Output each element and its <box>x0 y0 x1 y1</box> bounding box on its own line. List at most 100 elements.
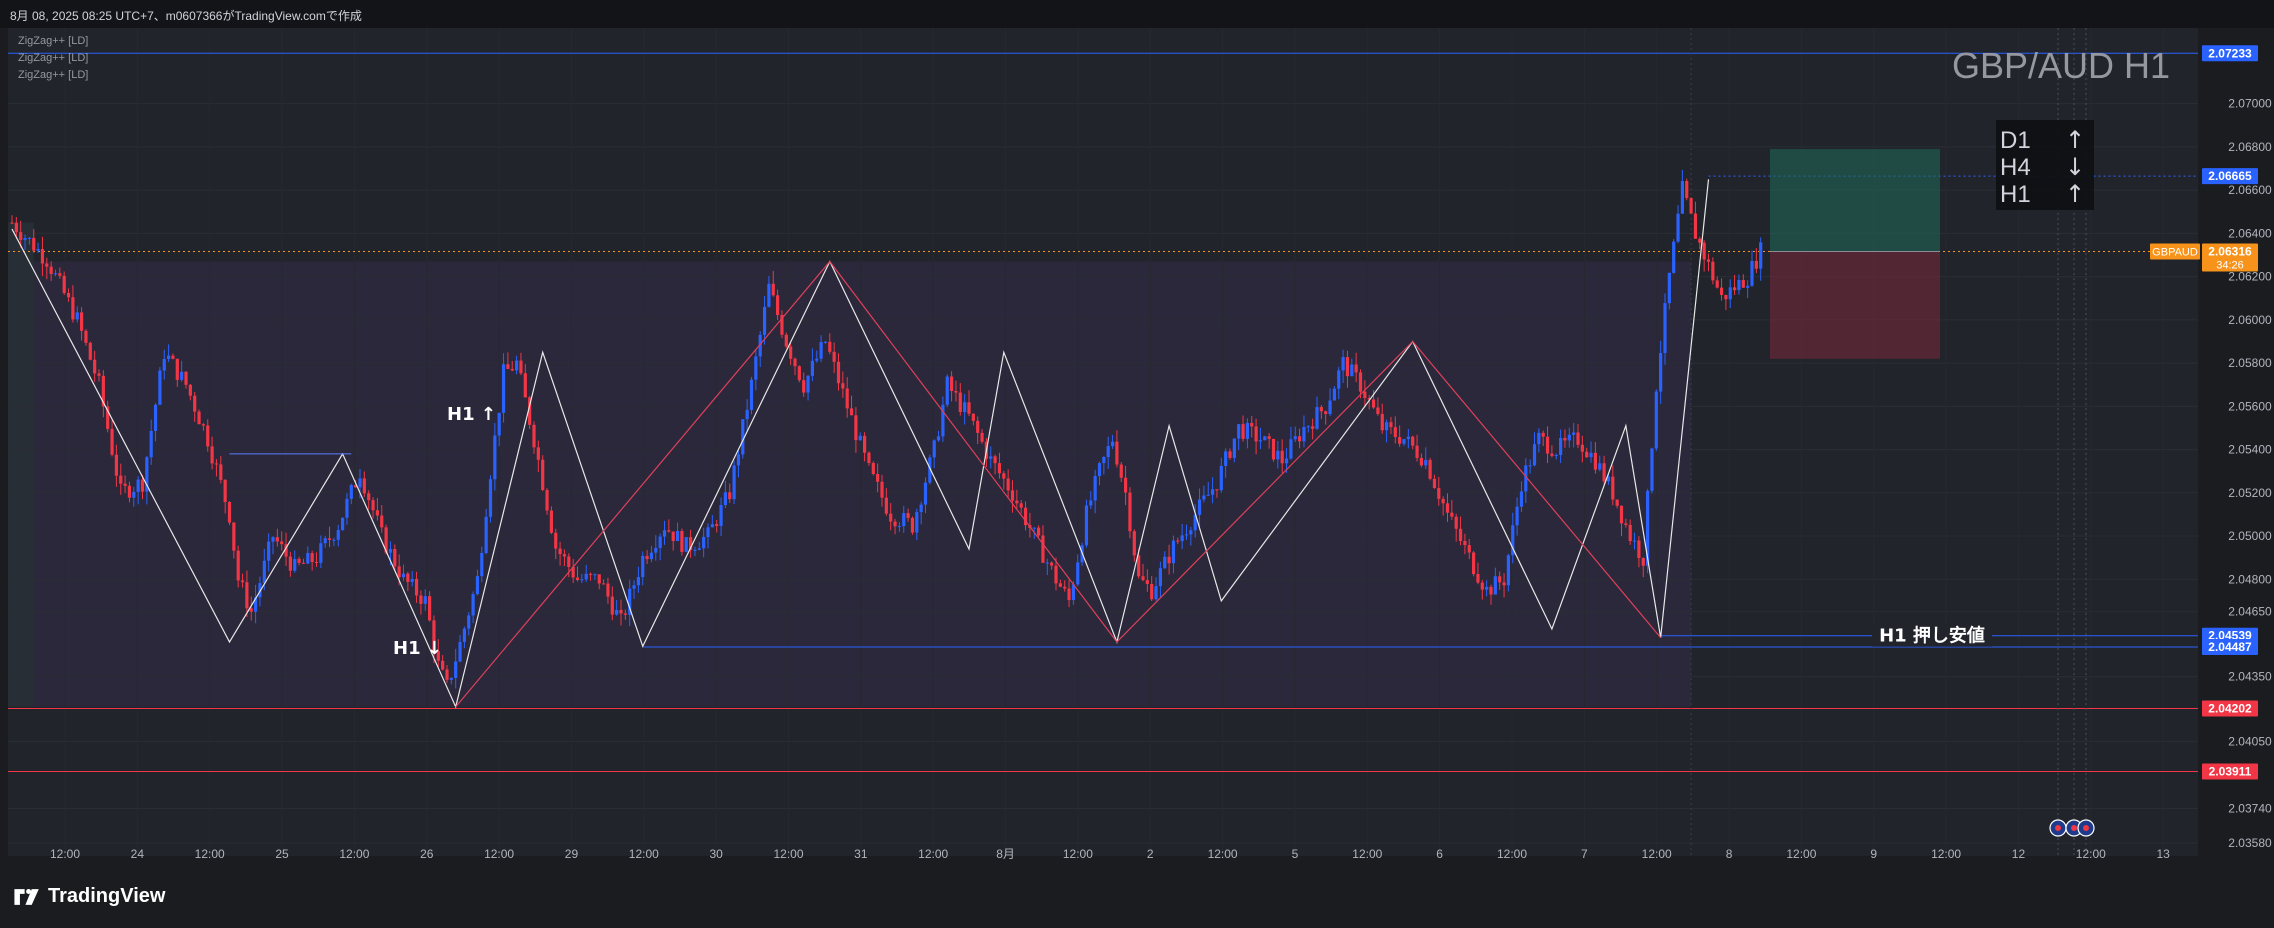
time-tick-label: 12:00 <box>195 847 225 861</box>
bull-candle <box>1750 260 1754 286</box>
bear-candle <box>558 548 562 555</box>
trend-direction-arrow: ↓ <box>2065 153 2085 181</box>
bear-candle <box>1354 364 1358 373</box>
price-badge-label: 2.03911 <box>2209 764 2252 778</box>
bull-candle <box>1572 432 1576 435</box>
bull-candle <box>858 435 862 441</box>
bear-candle <box>602 583 606 585</box>
bull-candle <box>153 404 158 431</box>
bear-candle <box>362 478 366 494</box>
bull-candle <box>1245 422 1249 439</box>
bull-candle <box>1293 436 1297 440</box>
bear-candle <box>1719 287 1724 295</box>
bull-candle <box>1258 440 1263 442</box>
trend-direction-arrow: ↑ <box>2065 126 2085 154</box>
bull-candle <box>1493 576 1497 595</box>
bull-candle <box>1224 451 1228 466</box>
time-tick-label: 12 <box>2012 847 2026 861</box>
bull-candle <box>1163 556 1167 569</box>
bull-candle <box>1663 303 1667 353</box>
bull-candle <box>1350 364 1354 377</box>
bear-candle <box>1615 499 1619 506</box>
bear-candle <box>541 459 545 490</box>
price-chart[interactable]: 2.07000 2.06800 2.06600 2.06400 2.06200 2.060… <box>0 0 2274 928</box>
bear-candle <box>184 371 188 385</box>
bear-candle <box>1611 476 1615 500</box>
trend-direction-arrow: ↑ <box>2065 180 2085 208</box>
bear-candle <box>127 485 132 498</box>
indicator-label-2[interactable]: ZigZag++ [LD] <box>18 52 88 64</box>
bear-candle <box>1706 259 1711 262</box>
trend-tf-label: D1 <box>2000 127 2031 154</box>
bear-candle <box>1358 372 1363 392</box>
bear-candle <box>10 222 14 224</box>
countdown-label: 34:26 <box>2216 260 2244 272</box>
bull-candle <box>1519 491 1524 507</box>
bull-candle <box>636 577 640 586</box>
bear-candle <box>397 566 401 578</box>
bear-candle <box>588 573 593 575</box>
bull-candle <box>1737 280 1741 291</box>
bull-candle <box>1219 465 1223 491</box>
bear-candle <box>1502 582 1506 586</box>
bear-candle <box>1480 582 1484 590</box>
bear-candle <box>1563 437 1567 441</box>
price-axis[interactable]: 2.07000 2.06800 2.06600 2.06400 2.06200 2.060… <box>2198 28 2274 856</box>
bear-candle <box>1541 432 1545 437</box>
bull-candle <box>293 558 297 571</box>
bull-candle <box>1211 489 1215 495</box>
bull-candle <box>136 479 140 492</box>
bear-candle <box>880 481 884 498</box>
price-tick-label: 2.06400 <box>2228 226 2272 240</box>
bear-candle <box>1689 198 1693 214</box>
long-position-tool[interactable] <box>1770 149 1940 359</box>
indicator-label-1[interactable]: ZigZag++ [LD] <box>18 35 88 47</box>
price-tick-label: 2.04350 <box>2228 670 2272 684</box>
bear-candle <box>680 531 684 552</box>
bull-candle <box>515 360 519 371</box>
bull-candle <box>697 548 701 550</box>
tradingview-logo-icon <box>14 888 39 905</box>
bear-candle <box>1467 545 1471 553</box>
economic-event-icons[interactable] <box>2049 819 2095 837</box>
tradingview-logo[interactable]: TradingView <box>12 885 165 908</box>
bear-candle <box>45 263 49 267</box>
symbol-badge-label: GBPAUD <box>2152 247 2198 259</box>
bull-candle <box>706 527 710 537</box>
bear-candle <box>371 500 375 511</box>
bull-candle <box>897 526 901 528</box>
bull-candle <box>923 482 928 505</box>
bull-candle <box>1032 527 1036 529</box>
bull-candle <box>593 574 597 576</box>
time-tick-label: 12:00 <box>629 847 659 861</box>
bear-candle <box>1145 580 1149 584</box>
bull-candle <box>1276 450 1280 460</box>
bear-candle <box>93 359 97 374</box>
bull-candle <box>1746 285 1750 288</box>
bull-candle <box>1110 441 1115 447</box>
bear-candle <box>428 596 432 621</box>
bear-candle <box>1711 261 1715 281</box>
bull-candle <box>936 436 941 441</box>
bear-candle <box>123 483 127 486</box>
bull-candle <box>819 342 823 359</box>
bear-candle <box>1006 478 1010 491</box>
bear-candle <box>380 515 384 528</box>
bear-candle <box>976 420 980 433</box>
bear-candle <box>610 596 614 615</box>
bear-candle <box>1324 411 1328 415</box>
bull-candle <box>658 536 662 548</box>
indicator-label-3[interactable]: ZigZag++ [LD] <box>18 69 88 81</box>
bull-candle <box>467 615 471 629</box>
bear-candle <box>893 521 897 527</box>
bull-candle <box>501 364 506 413</box>
h1-down-label: H1 ↓ <box>393 638 442 659</box>
bear-candle <box>1215 489 1219 491</box>
bull-candle <box>1332 388 1336 401</box>
bear-candle <box>1724 294 1728 300</box>
bear-candle <box>1432 478 1437 489</box>
bear-candle <box>1415 445 1419 458</box>
bull-candle <box>584 573 588 580</box>
bear-candle <box>554 532 558 549</box>
footer <box>0 872 2274 928</box>
